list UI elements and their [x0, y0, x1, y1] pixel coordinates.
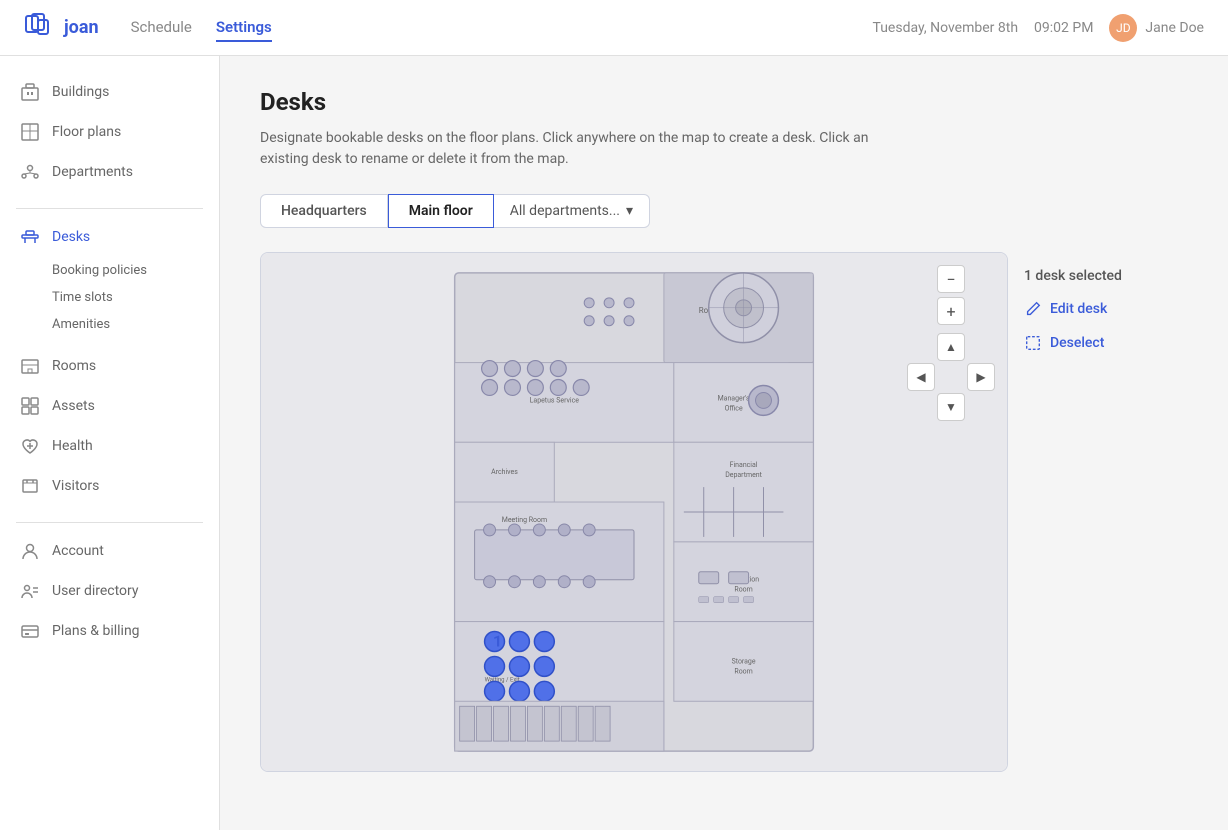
main-nav: Schedule Settings [131, 14, 272, 42]
logo-icon [24, 12, 56, 44]
sidebar-visitors-label: Visitors [52, 478, 99, 494]
edit-icon [1024, 300, 1042, 318]
svg-text:Lapetus Service: Lapetus Service [530, 396, 580, 404]
tab-all-departments-label: All departments... [510, 203, 620, 219]
top-navigation: joan Schedule Settings Tuesday, November… [0, 0, 1228, 56]
sidebar-desk-subitems: Booking policies Time slots Amenities [0, 257, 219, 338]
user-directory-icon [20, 581, 40, 601]
sidebar-time-slots[interactable]: Time slots [52, 284, 219, 311]
nav-right: Tuesday, November 8th 09:02 PM JD Jane D… [873, 14, 1205, 42]
svg-text:Room: Room [734, 586, 752, 594]
sidebar-desk-section: Desks Booking policies Time slots Amenit… [0, 217, 219, 346]
sidebar-buildings-label: Buildings [52, 84, 109, 100]
tab-all-departments[interactable]: All departments... ▾ [494, 194, 650, 228]
main-content: Desks Designate bookable desks on the fl… [220, 56, 1228, 830]
sidebar-bottom-section: Account User directory Plans & billing [0, 531, 219, 659]
floor-plan-svg: Roof & Rest Area Exit Lapetus Service [261, 253, 1007, 771]
sidebar-desks-label: Desks [52, 229, 90, 245]
plans-billing-icon [20, 621, 40, 641]
pan-up-button[interactable]: ▲ [937, 333, 965, 361]
main-layout: Buildings Floor plans [0, 56, 1228, 830]
sidebar-item-plans-billing[interactable]: Plans & billing [0, 611, 219, 651]
departments-icon [20, 162, 40, 182]
edit-desk-button[interactable]: Edit desk [1024, 300, 1172, 318]
pan-center [937, 363, 965, 391]
sidebar-floor-plans-label: Floor plans [52, 124, 121, 140]
user-info[interactable]: JD Jane Doe [1109, 14, 1204, 42]
user-name: Jane Doe [1145, 20, 1204, 36]
sidebar-item-rooms[interactable]: Rooms [0, 346, 219, 386]
buildings-icon [20, 82, 40, 102]
health-icon [20, 436, 40, 456]
svg-text:Office: Office [725, 404, 743, 412]
sidebar-main-section: Buildings Floor plans [0, 72, 219, 200]
floor-plans-icon [20, 122, 40, 142]
selection-panel: 1 desk selected Edit desk Deselect [1008, 252, 1188, 772]
visitors-icon [20, 476, 40, 496]
sidebar-item-buildings[interactable]: Buildings [0, 72, 219, 112]
sidebar-rooms-label: Rooms [52, 358, 96, 374]
deselect-button[interactable]: Deselect [1024, 334, 1172, 352]
svg-text:Manager's: Manager's [718, 394, 750, 402]
map-panel-row: Roof & Rest Area Exit Lapetus Service [260, 252, 1188, 772]
logo-text: joan [64, 17, 99, 38]
svg-text:Storage: Storage [732, 657, 756, 665]
sidebar-health-label: Health [52, 438, 93, 454]
svg-text:Financial: Financial [730, 461, 758, 469]
zoom-out-button[interactable]: − [937, 265, 965, 293]
assets-icon [20, 396, 40, 416]
pan-down-button[interactable]: ▼ [937, 393, 965, 421]
sidebar-item-health[interactable]: Health [0, 426, 219, 466]
account-icon [20, 541, 40, 561]
svg-text:Department: Department [725, 471, 762, 479]
sidebar-account-label: Account [52, 543, 104, 559]
sidebar-departments-label: Departments [52, 164, 133, 180]
user-avatar: JD [1109, 14, 1137, 42]
sidebar-assets-label: Assets [52, 398, 95, 414]
svg-text:Meeting Room: Meeting Room [502, 516, 547, 524]
page-description: Designate bookable desks on the floor pl… [260, 128, 900, 170]
tab-main-floor[interactable]: Main floor [388, 194, 494, 228]
chevron-down-icon: ▾ [626, 203, 633, 219]
page-title: Desks [260, 88, 1188, 116]
nav-settings[interactable]: Settings [216, 14, 272, 42]
sidebar-item-floor-plans[interactable]: Floor plans [0, 112, 219, 152]
sidebar-item-desks[interactable]: Desks [0, 217, 219, 257]
svg-text:Room: Room [734, 667, 752, 675]
zoom-in-button[interactable]: + [937, 297, 965, 325]
svg-text:Archives: Archives [491, 468, 518, 476]
logo[interactable]: joan [24, 12, 99, 44]
sidebar-item-account[interactable]: Account [0, 531, 219, 571]
nav-left: joan Schedule Settings [24, 12, 272, 44]
sidebar-item-assets[interactable]: Assets [0, 386, 219, 426]
map-controls: − + ▲ ◀ ▶ ▼ [907, 265, 995, 421]
sidebar-plans-billing-label: Plans & billing [52, 623, 140, 639]
sidebar-divider-2 [16, 522, 203, 523]
nav-time: 09:02 PM [1034, 20, 1093, 36]
sidebar-divider-1 [16, 208, 203, 209]
sidebar-booking-policies[interactable]: Booking policies [52, 257, 219, 284]
pan-left-button[interactable]: ◀ [907, 363, 935, 391]
sidebar-item-user-directory[interactable]: User directory [0, 571, 219, 611]
floor-map[interactable]: Roof & Rest Area Exit Lapetus Service [260, 252, 1008, 772]
svg-text:1: 1 [493, 631, 502, 650]
selection-count: 1 desk selected [1024, 268, 1172, 284]
location-tabs: Headquarters Main floor All departments.… [260, 194, 1188, 228]
sidebar-amenities[interactable]: Amenities [52, 311, 219, 338]
desks-icon [20, 227, 40, 247]
pan-right-button[interactable]: ▶ [967, 363, 995, 391]
sidebar-item-departments[interactable]: Departments [0, 152, 219, 192]
nav-schedule[interactable]: Schedule [131, 14, 192, 42]
sidebar-other-section: Rooms Assets Health [0, 346, 219, 514]
tab-headquarters[interactable]: Headquarters [260, 194, 388, 228]
nav-date: Tuesday, November 8th [873, 20, 1019, 36]
deselect-icon [1024, 334, 1042, 352]
sidebar-user-directory-label: User directory [52, 583, 139, 599]
sidebar-item-visitors[interactable]: Visitors [0, 466, 219, 506]
edit-desk-label: Edit desk [1050, 301, 1107, 317]
sidebar: Buildings Floor plans [0, 56, 220, 830]
pan-controls: ▲ ◀ ▶ ▼ [907, 333, 995, 421]
deselect-label: Deselect [1050, 335, 1104, 351]
rooms-icon [20, 356, 40, 376]
